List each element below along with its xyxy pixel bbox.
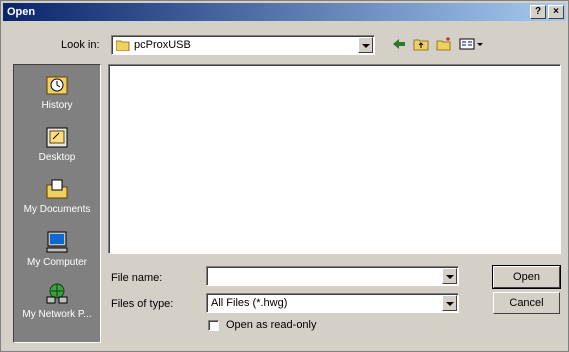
window-title: Open: [7, 6, 36, 18]
places-item-label: Desktop: [38, 152, 76, 163]
places-item-desktop[interactable]: Desktop: [14, 125, 100, 163]
chevron-down-icon[interactable]: [442, 295, 457, 311]
open-button[interactable]: Open: [492, 265, 561, 289]
look-in-label: Look in:: [61, 39, 100, 51]
history-icon: [46, 76, 68, 95]
places-bar: History Desktop My Documents My Computer…: [13, 64, 101, 343]
folder-icon: [115, 39, 130, 54]
close-button[interactable]: ×: [548, 5, 564, 19]
places-item-my-network[interactable]: My Network P...: [14, 282, 100, 320]
files-of-type-value: All Files (*.hwg): [211, 297, 288, 309]
read-only-checkbox[interactable]: [208, 320, 219, 331]
places-item-history[interactable]: History: [14, 73, 100, 111]
up-folder-icon[interactable]: [413, 36, 431, 52]
my-computer-icon: [46, 231, 68, 253]
new-folder-icon[interactable]: [436, 36, 454, 52]
places-item-label: History: [41, 100, 73, 111]
title-bar: Open ? ×: [3, 3, 566, 21]
file-name-label: File name:: [111, 272, 163, 284]
look-in-value: pcProxUSB: [134, 39, 191, 51]
files-of-type-select[interactable]: All Files (*.hwg): [206, 293, 459, 313]
look-in-combo[interactable]: pcProxUSB: [111, 35, 375, 55]
file-name-input[interactable]: [206, 266, 459, 286]
my-network-icon: [46, 283, 68, 304]
view-menu-icon[interactable]: [459, 36, 485, 52]
file-list[interactable]: [108, 64, 561, 254]
open-dialog: Open ? × Look in: pcProxUSB History Desk…: [0, 0, 569, 352]
places-item-label: My Network P...: [22, 309, 92, 320]
read-only-label[interactable]: Open as read-only: [226, 319, 317, 331]
places-item-my-computer[interactable]: My Computer: [14, 230, 100, 268]
files-of-type-label: Files of type:: [111, 298, 174, 310]
places-item-label: My Documents: [23, 204, 91, 215]
chevron-down-icon[interactable]: [358, 37, 373, 53]
help-button[interactable]: ?: [530, 5, 546, 19]
places-item-label: My Computer: [26, 257, 87, 268]
places-item-my-documents[interactable]: My Documents: [14, 177, 100, 215]
my-documents-icon: [46, 179, 68, 199]
desktop-icon: [46, 127, 68, 148]
chevron-down-icon[interactable]: [442, 268, 457, 284]
back-arrow-icon[interactable]: [391, 36, 409, 52]
cancel-button[interactable]: Cancel: [493, 292, 560, 314]
